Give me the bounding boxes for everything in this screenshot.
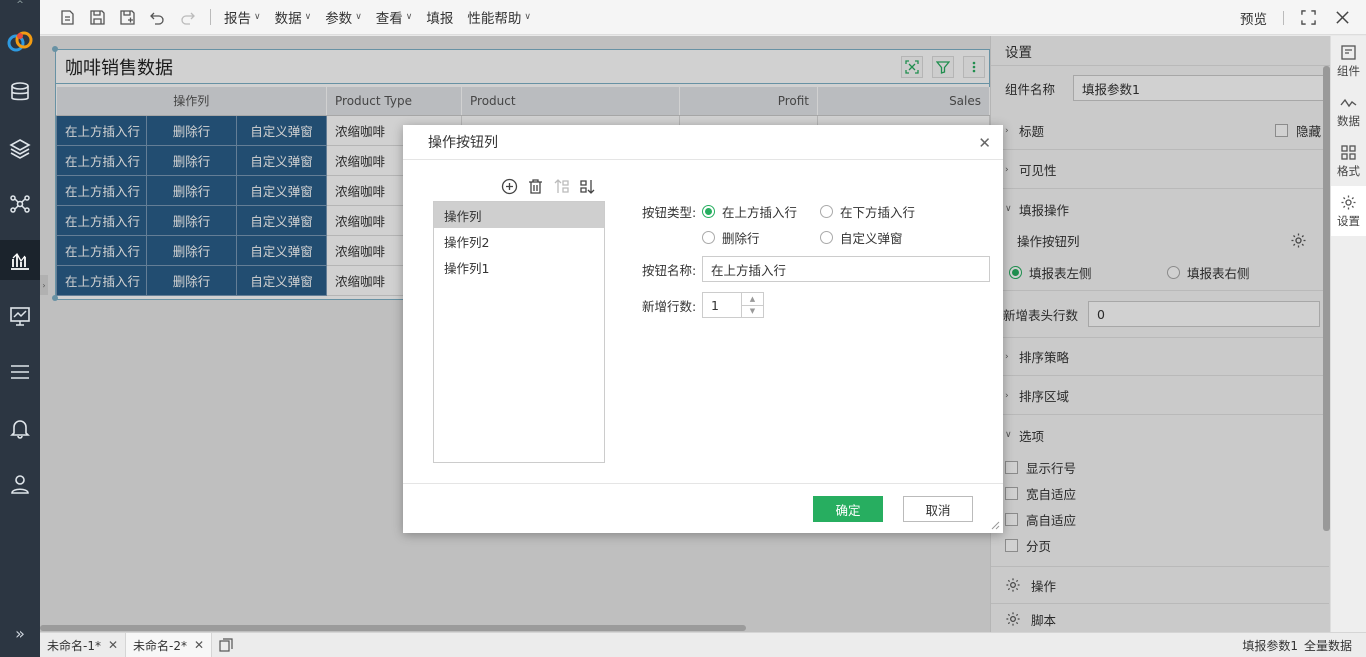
expand-sidebar-icon[interactable]: »	[0, 624, 40, 643]
close-icon[interactable]	[1332, 8, 1352, 28]
menu-icon[interactable]	[0, 352, 40, 392]
file-tab-label: 未命名-1*	[47, 638, 101, 653]
ok-button[interactable]: 确定	[813, 496, 883, 522]
file-tab-label: 未命名-2*	[133, 638, 187, 653]
copy-tab-icon[interactable]	[212, 633, 240, 657]
new-report-icon[interactable]	[54, 4, 80, 30]
resize-grip-icon[interactable]	[990, 520, 1000, 530]
menu-view[interactable]: 查看 ∨	[376, 7, 413, 27]
undo-icon[interactable]	[144, 4, 170, 30]
list-item[interactable]: 操作列2	[434, 228, 604, 254]
add-icon[interactable]	[498, 176, 520, 196]
stepper-up-icon[interactable]: ▲	[742, 293, 763, 306]
tab-label: 设置	[1337, 213, 1360, 228]
save-icon[interactable]	[84, 4, 110, 30]
close-icon[interactable]: ✕	[194, 638, 204, 652]
user-icon[interactable]	[0, 464, 40, 504]
tab-label: 格式	[1337, 163, 1360, 178]
chevron-down-icon: ∨	[304, 12, 312, 22]
chevron-down-icon: ∨	[355, 12, 362, 22]
radio-label: 自定义弹窗	[840, 230, 903, 246]
redo-icon[interactable]	[174, 4, 200, 30]
menu-label: 参数	[325, 11, 353, 27]
radio-label: 在下方插入行	[840, 204, 916, 220]
menu-report[interactable]: 报告 ∨	[224, 7, 261, 27]
file-tab[interactable]: 未命名-1* ✕	[40, 632, 127, 657]
radio-label: 删除行	[722, 230, 760, 246]
chevron-down-icon: ∨	[254, 12, 261, 22]
menu-label: 查看	[375, 11, 403, 27]
database-icon[interactable]	[0, 72, 40, 112]
fullscreen-icon[interactable]	[1298, 8, 1318, 28]
list-item[interactable]: 操作列	[434, 202, 604, 228]
chevron-up-icon[interactable]: ^	[0, 0, 40, 10]
preview-button[interactable]: 预览	[1240, 8, 1267, 28]
move-up-icon[interactable]	[550, 176, 572, 196]
list-item[interactable]: 操作列1	[434, 254, 604, 280]
component-icon	[1341, 44, 1356, 60]
toolbar-divider	[210, 9, 211, 25]
status-data-mode[interactable]: 全量数据	[1304, 637, 1352, 654]
button-column-list: 操作列 操作列2 操作列1	[433, 201, 605, 463]
stepper-down-icon[interactable]: ▼	[742, 306, 763, 318]
tab-settings[interactable]: 设置	[1331, 186, 1366, 236]
layers-icon[interactable]	[0, 128, 40, 168]
tab-component[interactable]: 组件	[1331, 36, 1366, 86]
gear-icon	[1341, 195, 1356, 209]
move-down-icon[interactable]	[576, 176, 598, 196]
top-toolbar: 报告 ∨ 数据 ∨ 参数 ∨ 查看 ∨ 填报 性能帮助 ∨ 预览	[40, 0, 1366, 35]
menu-params[interactable]: 参数 ∨	[325, 7, 362, 27]
delete-icon[interactable]	[524, 176, 546, 196]
menu-perf-help[interactable]: 性能帮助 ∨	[467, 7, 531, 27]
file-tab-active[interactable]: 未命名-2* ✕	[126, 632, 213, 657]
app-logo-icon	[7, 31, 33, 52]
op-button-dialog: 操作按钮列 ✕ 操作列 操作列2 操作列1 按钮类型: 在上方插入行 在下方插入…	[403, 125, 1003, 533]
menu-label: 性能帮助	[467, 11, 522, 27]
report-chart-icon[interactable]	[0, 240, 40, 280]
chevron-down-icon: ∨	[405, 12, 413, 22]
menu-data[interactable]: 数据 ∨	[275, 7, 312, 27]
new-rows-label: 新增行数:	[642, 298, 697, 314]
monitor-icon[interactable]	[0, 296, 40, 336]
type-delete-row-radio[interactable]	[702, 230, 715, 244]
type-custom-popup-radio[interactable]	[820, 230, 833, 244]
button-type-label: 按钮类型:	[642, 204, 697, 220]
right-tab-bar: 组件 数据 格式 设置	[1330, 36, 1366, 632]
toolbar-divider	[1283, 10, 1284, 25]
bottom-bar: 未命名-1* ✕ 未命名-2* ✕ 填报参数1 全量数据	[40, 632, 1366, 657]
type-insert-below-radio[interactable]	[820, 204, 833, 218]
tab-label: 数据	[1337, 113, 1360, 128]
new-rows-stepper[interactable]: 1 ▲ ▼	[702, 292, 764, 318]
close-icon[interactable]: ✕	[108, 638, 118, 652]
type-insert-above-radio[interactable]	[702, 204, 715, 218]
menu-label: 填报	[426, 11, 454, 27]
radio-label: 在上方插入行	[722, 204, 798, 220]
grid-icon	[1341, 144, 1356, 160]
stepper-value: 1	[711, 297, 719, 313]
menu-label: 数据	[274, 11, 302, 27]
button-name-input[interactable]	[702, 256, 990, 282]
dialog-title: 操作按钮列	[403, 125, 1003, 160]
tab-label: 组件	[1337, 63, 1360, 78]
data-line-icon	[1340, 98, 1357, 107]
status-component: 填报参数1	[1242, 639, 1298, 653]
tab-format[interactable]: 格式	[1331, 136, 1366, 186]
network-icon[interactable]	[0, 184, 40, 224]
chevron-down-icon: ∨	[524, 12, 531, 22]
menu-fill[interactable]: 填报	[426, 7, 453, 27]
cancel-button[interactable]: 取消	[903, 496, 973, 522]
bell-icon[interactable]	[0, 408, 40, 448]
save-as-icon[interactable]	[114, 4, 140, 30]
close-icon[interactable]: ✕	[978, 134, 991, 152]
left-sidebar: ^ »	[0, 0, 40, 657]
menu-label: 报告	[224, 11, 251, 27]
tab-data[interactable]: 数据	[1331, 86, 1366, 136]
button-name-label: 按钮名称:	[642, 262, 697, 278]
